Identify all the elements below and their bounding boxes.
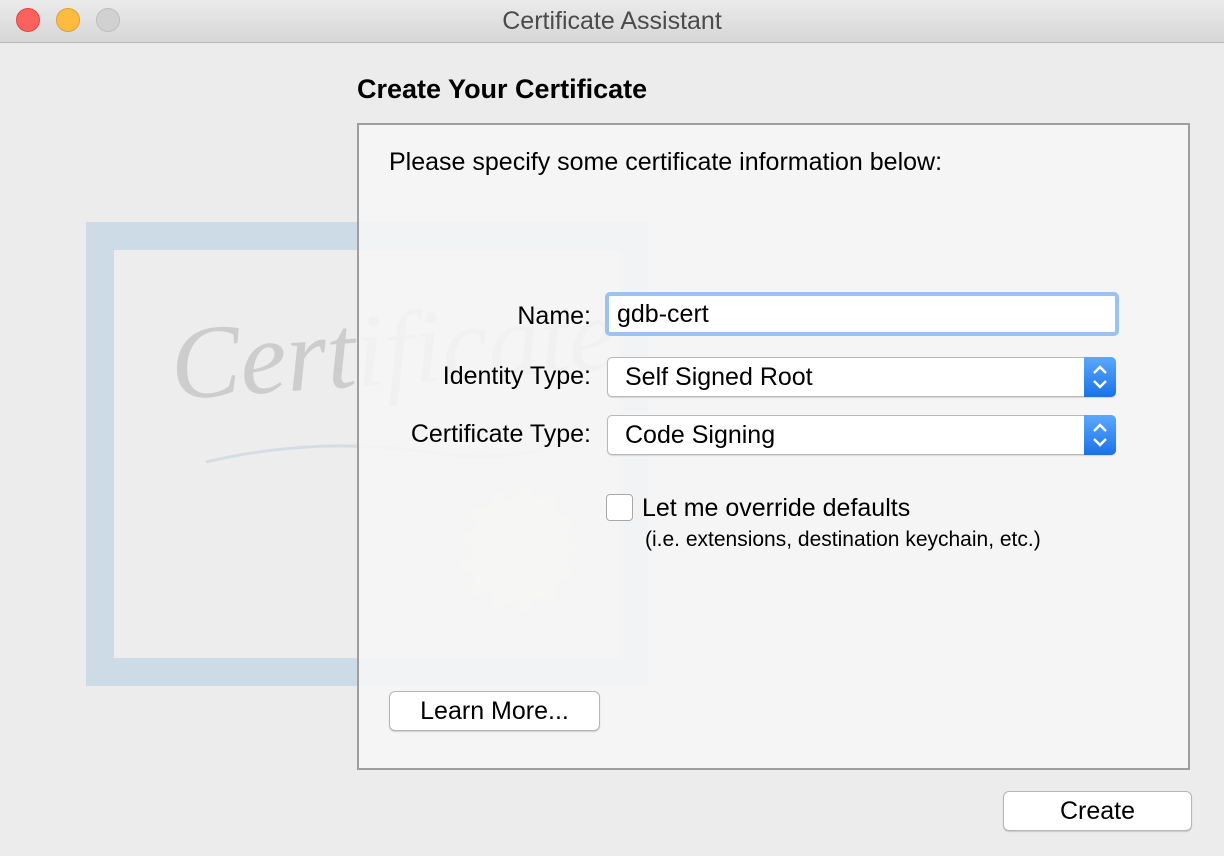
learn-more-button[interactable]: Learn More... [389,691,600,731]
window-title: Certificate Assistant [502,7,722,35]
create-button[interactable]: Create [1003,791,1192,831]
override-defaults-note: (i.e. extensions, destination keychain, … [645,528,1041,551]
select-stepper-icon [1084,357,1116,397]
form-intro: Please specify some certificate informat… [389,148,943,176]
name-label: Name: [517,302,591,330]
identity-type-label: Identity Type: [442,362,591,390]
certificate-type-label: Certificate Type: [410,420,591,448]
title-bar: Certificate Assistant [0,0,1224,43]
override-defaults-checkbox[interactable] [606,494,633,521]
name-input[interactable] [605,292,1119,336]
identity-type-value: Self Signed Root [625,363,813,391]
select-stepper-icon [1084,415,1116,455]
page-title: Create Your Certificate [357,74,648,104]
identity-type-select[interactable]: Self Signed Root [607,357,1116,397]
certificate-type-select[interactable]: Code Signing [607,415,1116,455]
override-defaults-label[interactable]: Let me override defaults [642,494,910,523]
certificate-type-value: Code Signing [625,421,776,449]
